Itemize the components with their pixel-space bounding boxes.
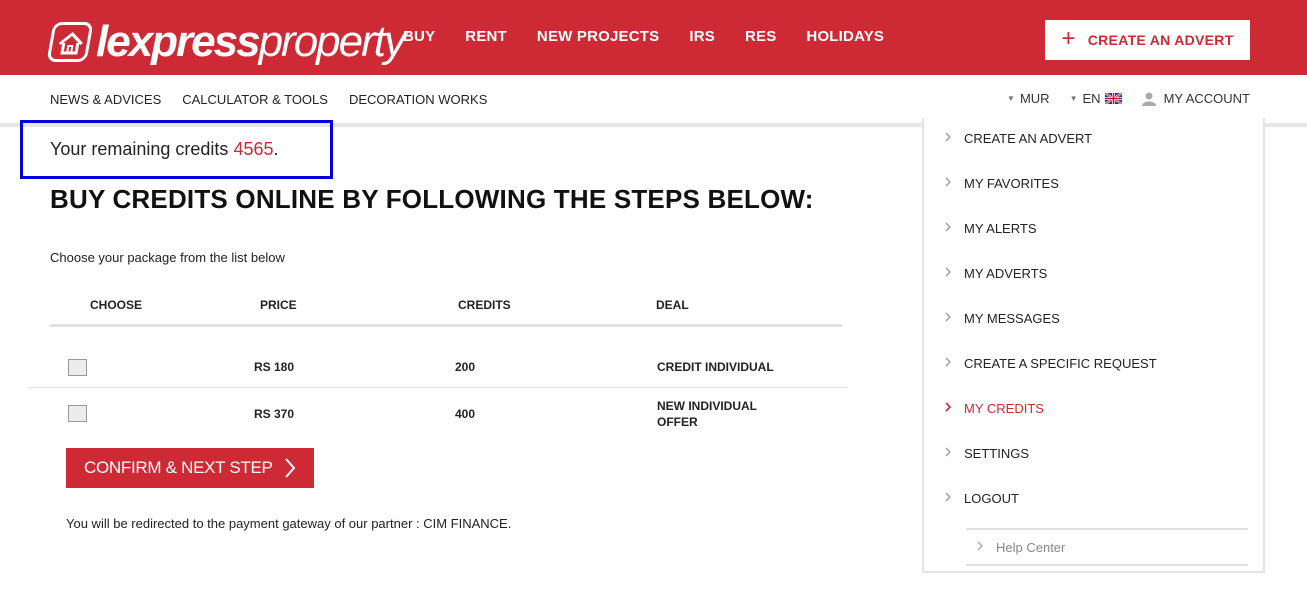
nav-decoration-works[interactable]: DECORATION WORKS: [349, 92, 487, 107]
chevron-right-icon: [945, 492, 951, 502]
menu-item-my-adverts[interactable]: MY ADVERTS: [945, 266, 1048, 281]
menu-divider: [966, 528, 1248, 530]
logo-wordmark: lexpressproperty: [96, 17, 406, 66]
top-header: lexpressproperty BUY RENT NEW PROJECTS I…: [0, 0, 1307, 75]
package-price-1: RS 180: [254, 360, 295, 374]
currency-value: MUR: [1019, 91, 1050, 106]
package-credits-2: 400: [455, 407, 476, 421]
menu-item-label: MY FAVORITES: [964, 176, 1059, 191]
help-center-link[interactable]: Help Center: [977, 540, 1066, 555]
chevron-right-icon: [945, 357, 951, 367]
credits-suffix: .: [273, 139, 279, 159]
chevron-right-icon: [945, 447, 951, 457]
currency-selector[interactable]: ▼ MUR: [1007, 91, 1050, 106]
user-icon: [1141, 92, 1156, 106]
secondary-nav: NEWS & ADVICES CALCULATOR & TOOLS DECORA…: [50, 92, 508, 107]
table-row-divider: [28, 387, 848, 388]
menu-item-my-favorites[interactable]: MY FAVORITES: [945, 176, 1059, 191]
create-advert-button[interactable]: + CREATE AN ADVERT: [1045, 20, 1250, 60]
language-selector[interactable]: ▼ EN: [1070, 91, 1122, 106]
nav-buy[interactable]: BUY: [403, 28, 435, 45]
menu-item-create-advert[interactable]: CREATE AN ADVERT: [945, 131, 1093, 146]
intro-text: Choose your package from the list below: [50, 250, 285, 265]
menu-item-label: CREATE AN ADVERT: [964, 131, 1093, 146]
column-header-deal: DEAL: [656, 298, 689, 312]
my-account-link[interactable]: MY ACCOUNT: [1141, 91, 1250, 106]
menu-item-label: SETTINGS: [964, 446, 1030, 461]
remaining-credits: Your remaining credits 4565.: [20, 120, 333, 179]
menu-divider: [966, 564, 1248, 566]
chevron-right-icon: [945, 267, 951, 277]
caret-down-icon: ▼: [1069, 94, 1078, 103]
menu-item-my-alerts[interactable]: MY ALERTS: [945, 221, 1037, 236]
menu-item-create-specific-request[interactable]: CREATE A SPECIFIC REQUEST: [945, 356, 1157, 371]
caret-down-icon: ▼: [1007, 94, 1015, 103]
package-checkbox-2[interactable]: [68, 405, 87, 422]
language-value: EN: [1082, 91, 1101, 106]
user-controls: ▼ MUR ▼ EN MY ACCOUNT: [987, 91, 1250, 106]
menu-item-label: LOGOUT: [964, 491, 1019, 506]
my-account-label: MY ACCOUNT: [1163, 91, 1250, 106]
nav-irs[interactable]: IRS: [689, 28, 715, 45]
chevron-right-icon: [945, 312, 951, 322]
nav-holidays[interactable]: HOLIDAYS: [806, 28, 884, 45]
credits-value: 4565: [233, 139, 274, 159]
main-nav: BUY RENT NEW PROJECTS IRS RES HOLIDAYS: [403, 28, 914, 45]
menu-item-settings[interactable]: SETTINGS: [945, 446, 1030, 461]
menu-item-label: MY CREDITS: [964, 401, 1044, 416]
plus-icon: +: [1061, 24, 1076, 52]
package-checkbox-1[interactable]: [68, 359, 87, 376]
credits-prefix: Your remaining credits: [50, 139, 229, 159]
menu-item-my-credits[interactable]: MY CREDITS: [945, 401, 1044, 416]
column-header-credits: CREDITS: [458, 298, 511, 312]
house-logo-icon: [46, 22, 94, 62]
site-logo[interactable]: lexpressproperty: [46, 16, 406, 68]
column-header-choose: CHOOSE: [90, 298, 143, 312]
redirect-note: You will be redirected to the payment ga…: [66, 516, 512, 531]
menu-item-label: MY MESSAGES: [964, 311, 1060, 326]
confirm-next-step-button[interactable]: CONFIRM & NEXT STEP: [66, 448, 314, 488]
chevron-right-icon: [945, 177, 951, 187]
menu-item-my-messages[interactable]: MY MESSAGES: [945, 311, 1060, 326]
nav-calculator-tools[interactable]: CALCULATOR & TOOLS: [182, 92, 328, 107]
column-header-price: PRICE: [260, 298, 297, 312]
chevron-right-icon: [945, 402, 951, 412]
table-header-divider: [50, 324, 842, 327]
menu-item-label: MY ADVERTS: [964, 266, 1048, 281]
nav-news-advices[interactable]: NEWS & ADVICES: [50, 92, 161, 107]
help-center-label: Help Center: [996, 540, 1066, 555]
nav-new-projects[interactable]: NEW PROJECTS: [537, 28, 659, 45]
package-deal-2-line1: NEW INDIVIDUAL: [657, 399, 757, 413]
chevron-right-icon: [945, 222, 951, 232]
nav-rent[interactable]: RENT: [465, 28, 507, 45]
menu-item-label: MY ALERTS: [964, 221, 1037, 236]
package-price-2: RS 370: [254, 407, 295, 421]
chevron-right-icon: [945, 132, 951, 142]
uk-flag-icon: [1104, 93, 1122, 104]
menu-item-label: CREATE A SPECIFIC REQUEST: [964, 356, 1157, 371]
confirm-label: CONFIRM & NEXT STEP: [84, 458, 273, 477]
account-menu: CREATE AN ADVERT MY FAVORITES MY ALERTS …: [922, 118, 1265, 573]
chevron-right-icon: [977, 541, 983, 551]
package-deal-2-line2: OFFER: [657, 415, 698, 429]
page-title: BUY CREDITS ONLINE BY FOLLOWING THE STEP…: [50, 184, 814, 214]
nav-res[interactable]: RES: [745, 28, 776, 45]
package-deal-1: CREDIT INDIVIDUAL: [657, 360, 774, 374]
package-credits-1: 200: [455, 360, 476, 374]
menu-item-logout[interactable]: LOGOUT: [945, 491, 1019, 506]
chevron-right-icon: [285, 458, 296, 478]
create-advert-label: CREATE AN ADVERT: [1087, 32, 1234, 48]
